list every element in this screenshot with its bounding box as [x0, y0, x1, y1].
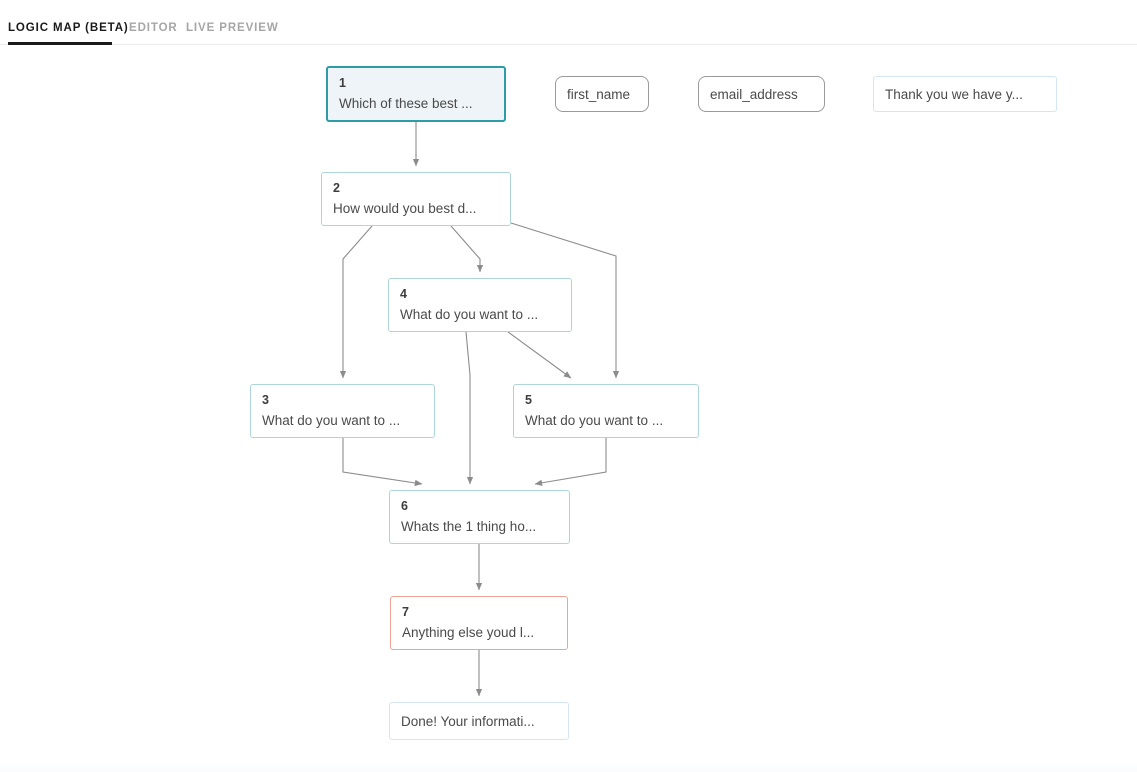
canvas-bottom-fade	[0, 758, 1137, 772]
node-label: Which of these best ...	[339, 96, 473, 111]
edge-2-to-3	[339, 225, 373, 379]
question-node-2[interactable]: 2 How would you best d...	[321, 172, 511, 226]
node-number: 7	[402, 605, 409, 619]
question-node-5[interactable]: 5 What do you want to ...	[513, 384, 699, 438]
node-label: What do you want to ...	[400, 307, 539, 322]
question-node-3[interactable]: 3 What do you want to ...	[250, 384, 435, 438]
logic-map-canvas[interactable]: 1 Which of these best ... first_name email_…	[0, 45, 1137, 772]
thankyou-node[interactable]: Thank you we have y...	[873, 76, 1057, 112]
question-node-7[interactable]: 7 Anything else youd l...	[390, 596, 568, 650]
field-node-email-address[interactable]: email_address	[698, 76, 825, 112]
node-label: What do you want to ...	[525, 413, 664, 428]
node-label: first_name	[567, 86, 631, 102]
edge-3-to-6	[342, 438, 423, 487]
question-node-4[interactable]: 4 What do you want to ...	[388, 278, 572, 332]
question-node-1[interactable]: 1 Which of these best ...	[326, 66, 506, 122]
node-number: 6	[401, 499, 408, 513]
edge-2-to-4	[450, 225, 484, 273]
top-tab-bar: LOGIC MAP (BETA) EDITOR LIVE PREVIEW	[0, 0, 1137, 45]
node-label: Done! Your informati...	[401, 713, 535, 729]
field-node-first-name[interactable]: first_name	[555, 76, 649, 112]
edge-4-to-6	[465, 331, 474, 485]
node-number: 2	[333, 181, 340, 195]
edge-5-to-6	[534, 438, 607, 486]
node-label: email_address	[710, 86, 798, 102]
question-node-6[interactable]: 6 Whats the 1 thing ho...	[389, 490, 570, 544]
node-number: 1	[339, 76, 346, 90]
node-label: What do you want to ...	[262, 413, 401, 428]
tab-logic-map-beta[interactable]: LOGIC MAP (BETA)	[8, 21, 129, 35]
node-label: Whats the 1 thing ho...	[401, 519, 537, 534]
node-number: 3	[262, 393, 269, 407]
node-number: 4	[400, 287, 407, 301]
done-node[interactable]: Done! Your informati...	[389, 702, 569, 740]
tab-editor[interactable]: EDITOR	[129, 21, 178, 35]
node-number: 5	[525, 393, 532, 407]
tab-live-preview[interactable]: LIVE PREVIEW	[186, 21, 279, 35]
node-label: Thank you we have y...	[885, 86, 1023, 102]
node-label: How would you best d...	[333, 201, 477, 216]
edge-4-to-5	[507, 331, 572, 379]
node-label: Anything else youd l...	[402, 625, 535, 640]
